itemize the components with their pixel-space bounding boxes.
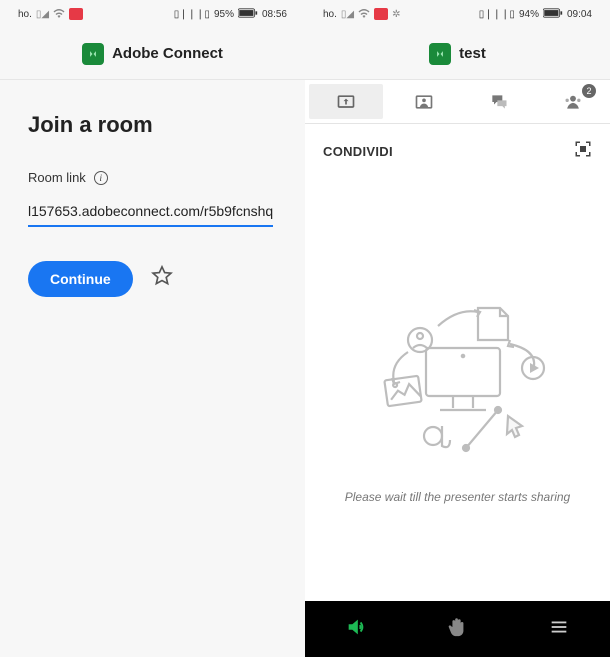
battery-icon [238,8,258,21]
tab-bar: 2 [305,80,610,124]
share-section-title: CONDIVIDI [323,144,393,159]
adobe-connect-logo-icon [82,43,104,65]
action-row: Continue [28,261,277,297]
app-header: test [305,28,610,80]
join-room-screen: Join a room Room link i Continue [0,80,305,657]
fullscreen-icon[interactable] [574,140,592,163]
favorite-star-icon[interactable] [151,265,173,293]
page-heading: Join a room [28,112,277,138]
status-right: ▯❘❘❘▯ 94% 09:04 [479,8,592,21]
battery-pct: 95% [214,9,234,20]
app-header: Adobe Connect [0,28,305,80]
status-left: ho. ▯◢ ✲ [323,8,401,21]
notification-badge-icon [374,8,388,20]
clock: 08:56 [262,9,287,20]
wifi-icon [53,8,65,21]
room-title: test [459,45,486,62]
meeting-screen: 2 CONDIVIDI [305,80,610,657]
status-right: ▯❘❘❘▯ 95% 08:56 [174,8,287,21]
menu-icon[interactable] [548,616,570,643]
carrier-label: ho. [18,9,32,20]
notification-badge-icon [69,8,83,20]
status-bar: ho. ▯◢ ▯❘❘❘▯ 95% 08:56 [0,0,305,28]
signal-icon: ▯◢ [36,9,49,20]
attendee-count-badge: 2 [582,84,596,98]
field-label-row: Room link i [28,170,277,185]
vibrate-icon: ▯❘❘❘▯ [479,9,515,20]
status-left: ho. ▯◢ [18,8,83,21]
adobe-connect-logo-icon [429,43,451,65]
room-link-label: Room link [28,170,86,185]
wifi-icon [358,8,370,21]
phone-right: ho. ▯◢ ✲ ▯❘❘❘▯ 94% 09:04 test [305,0,610,657]
carrier-label: ho. [323,9,337,20]
wait-message: Please wait till the presenter starts sh… [345,490,570,504]
app-title: Adobe Connect [112,45,223,62]
status-bar: ho. ▯◢ ✲ ▯❘❘❘▯ 94% 09:04 [305,0,610,28]
settings-icon: ✲ [392,9,400,20]
share-illustration-icon [348,298,568,468]
tab-share[interactable] [309,84,383,119]
vibrate-icon: ▯❘❘❘▯ [174,9,210,20]
clock: 09:04 [567,9,592,20]
signal-icon: ▯◢ [341,9,354,20]
phone-left: ho. ▯◢ ▯❘❘❘▯ 95% 08:56 Adobe Connect Joi… [0,0,305,657]
tab-video[interactable] [387,80,461,123]
share-empty-state: Please wait till the presenter starts sh… [305,171,610,601]
room-link-input[interactable] [28,199,273,227]
info-icon[interactable]: i [94,171,108,185]
bottom-nav [305,601,610,657]
continue-button[interactable]: Continue [28,261,133,297]
raise-hand-icon[interactable] [446,616,468,643]
battery-icon [543,8,563,21]
battery-pct: 94% [519,9,539,20]
tab-chat[interactable] [462,80,536,123]
section-header: CONDIVIDI [305,124,610,171]
speaker-icon[interactable] [345,616,367,643]
tab-attendees[interactable]: 2 [536,80,610,123]
